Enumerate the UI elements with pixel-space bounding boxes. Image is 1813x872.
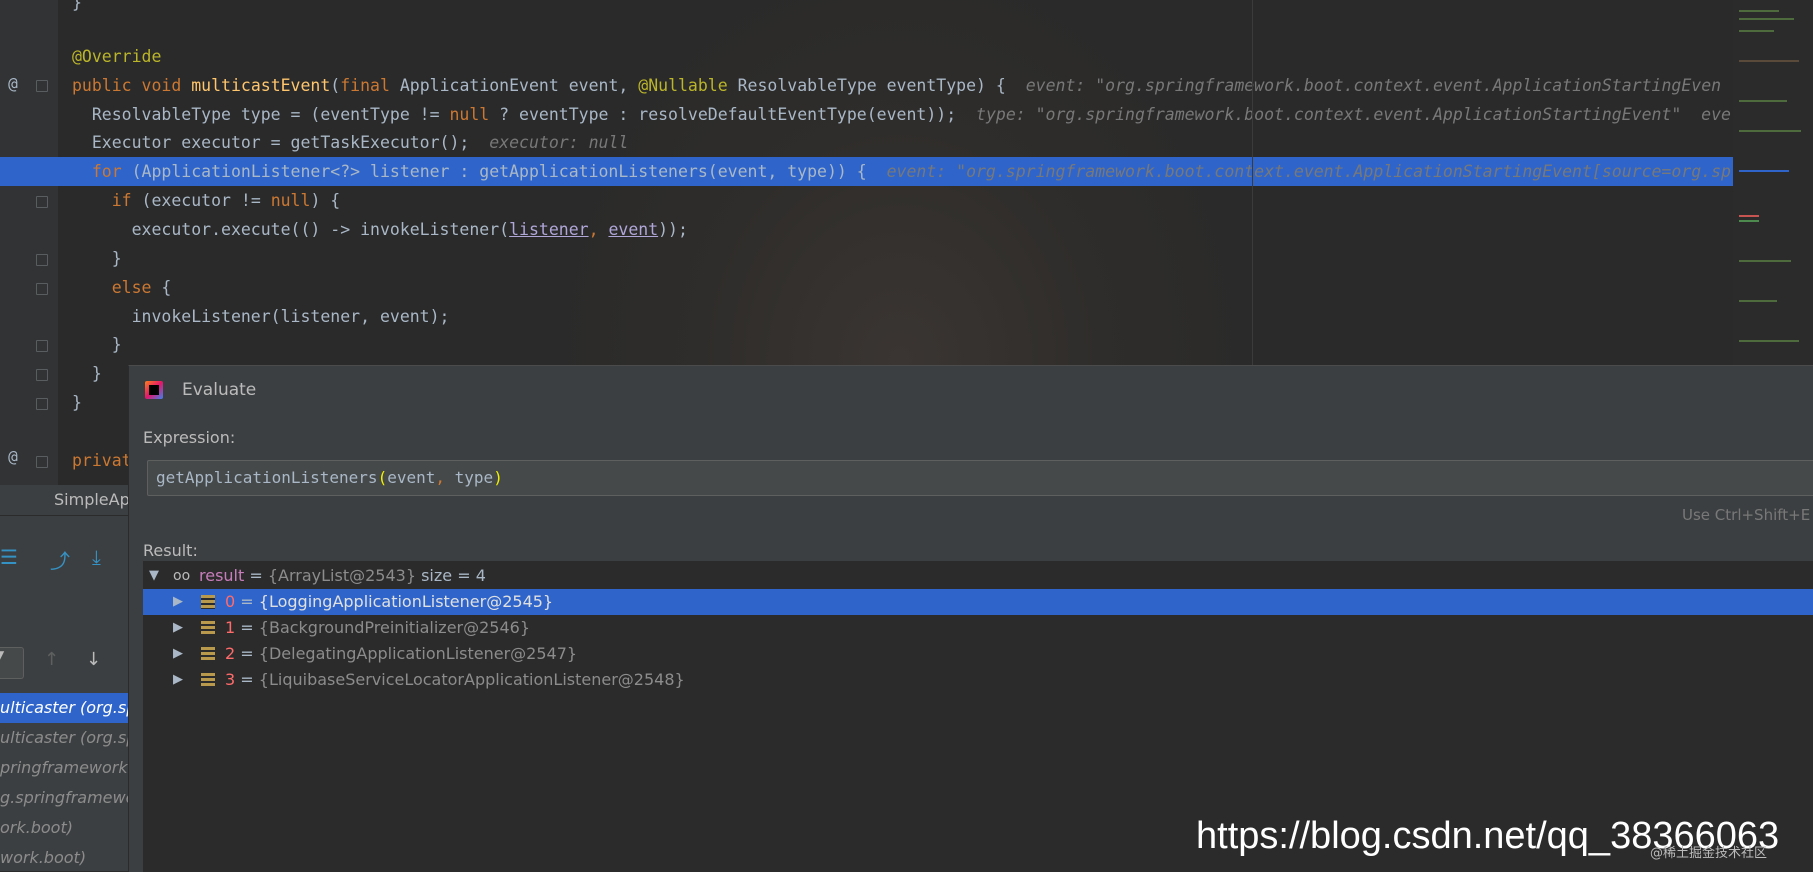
expand-arrow-icon[interactable]: ▶ bbox=[173, 589, 183, 615]
code-line[interactable]: } bbox=[0, 0, 1733, 17]
result-size: size = 4 bbox=[421, 566, 486, 585]
watermark-credit: @稀土掘金技术社区 bbox=[1650, 846, 1768, 861]
child-value: {DelegatingApplicationListener@2547} bbox=[258, 644, 578, 663]
result-name: result bbox=[199, 566, 245, 585]
frame-item[interactable]: ork.boot) bbox=[0, 813, 128, 843]
code-line-text: for (ApplicationListener<?> listener : g… bbox=[72, 162, 1731, 181]
code-line[interactable]: public void multicastEvent(final Applica… bbox=[0, 71, 1733, 100]
list-field-icon bbox=[201, 647, 215, 661]
tree-row[interactable]: ▶ 0 = {LoggingApplicationListener@2545} bbox=[143, 589, 1813, 615]
step-into-icon[interactable]: ⤓ bbox=[92, 545, 101, 569]
step-over-icon[interactable]: ⤴ bbox=[50, 545, 70, 574]
code-line-text: else { bbox=[72, 278, 172, 297]
code-line-text: if (executor != null) { bbox=[72, 191, 341, 210]
debug-tab[interactable]: SimpleAp bbox=[0, 485, 128, 516]
list-field-icon bbox=[201, 621, 215, 635]
dialog-titlebar[interactable]: Evaluate bbox=[129, 366, 1813, 414]
list-field-icon bbox=[201, 595, 215, 609]
code-line-text: } bbox=[72, 249, 122, 268]
code-line[interactable]: } bbox=[0, 244, 1733, 273]
expression-label: Expression: bbox=[143, 428, 236, 447]
code-line[interactable]: ResolvableType type = (eventType != null… bbox=[0, 100, 1733, 129]
frame-item[interactable]: ulticaster (org.sp bbox=[0, 693, 128, 723]
tree-row-result[interactable]: ▼ oo result = {ArrayList@2543} size = 4 bbox=[143, 563, 1813, 589]
code-line-text: invokeListener(listener, event); bbox=[72, 307, 450, 326]
current-execution-line[interactable]: for (ApplicationListener<?> listener : g… bbox=[0, 157, 1733, 186]
tree-row[interactable]: ▶ 3 = {LiquibaseServiceLocatorApplicatio… bbox=[143, 667, 1813, 693]
code-line[interactable]: @Override bbox=[0, 42, 1733, 71]
intellij-logo-icon bbox=[145, 381, 163, 399]
watch-glasses-icon: oo bbox=[173, 568, 191, 584]
code-line-text: @Override bbox=[72, 47, 162, 66]
code-line[interactable]: else { bbox=[0, 273, 1733, 302]
result-label: Result: bbox=[143, 541, 198, 560]
debug-tab-label[interactable]: SimpleAp bbox=[54, 490, 128, 509]
code-line[interactable]: invokeListener(listener, event); bbox=[0, 302, 1733, 331]
code-line-text: privat bbox=[72, 451, 132, 470]
result-value: {ArrayList@2543} bbox=[267, 566, 416, 585]
child-index: 0 bbox=[225, 592, 236, 611]
child-value: {LiquibaseServiceLocatorApplicationListe… bbox=[258, 670, 685, 689]
tree-row[interactable]: ▶ 2 = {DelegatingApplicationListener@254… bbox=[143, 641, 1813, 667]
code-line-text: public void multicastEvent(final Applica… bbox=[72, 76, 1722, 95]
code-line-text: ResolvableType type = (eventType != null… bbox=[72, 105, 1731, 124]
code-line-text: } bbox=[72, 364, 102, 383]
child-value: {BackgroundPreinitializer@2546} bbox=[258, 618, 531, 637]
expand-arrow-icon[interactable]: ▶ bbox=[173, 667, 183, 693]
code-line-text: } bbox=[72, 393, 82, 412]
thread-dropdown[interactable]: ▼ bbox=[0, 647, 24, 679]
frame-item[interactable]: pringframework. bbox=[0, 753, 128, 783]
frames-list: ulticaster (org.sp ulticaster (org.sp pr… bbox=[0, 693, 128, 871]
child-value: {LoggingApplicationListener@2545} bbox=[258, 592, 554, 611]
code-line[interactable]: Executor executor = getTaskExecutor(); e… bbox=[0, 128, 1733, 157]
code-line-text: Executor executor = getTaskExecutor(); e… bbox=[72, 133, 629, 152]
frame-controls: ▼ ↑ ↓ bbox=[0, 645, 128, 681]
expand-arrow-icon[interactable]: ▶ bbox=[173, 615, 183, 641]
child-index: 3 bbox=[225, 670, 236, 689]
tree-row[interactable]: ▶ 1 = {BackgroundPreinitializer@2546} bbox=[143, 615, 1813, 641]
arrow-down-icon[interactable]: ↓ bbox=[86, 649, 101, 670]
list-field-icon bbox=[201, 673, 215, 687]
expand-arrow-icon[interactable]: ▶ bbox=[173, 641, 183, 667]
code-line-text: } bbox=[72, 335, 122, 354]
expand-arrow-icon[interactable]: ▼ bbox=[149, 563, 159, 589]
shortcut-hint: Use Ctrl+Shift+E bbox=[1682, 506, 1811, 524]
code-line[interactable]: executor.execute(() -> invokeListener(li… bbox=[0, 215, 1733, 244]
code-line-text: executor.execute(() -> invokeListener(li… bbox=[72, 220, 688, 239]
dialog-title: Evaluate bbox=[182, 380, 257, 400]
show-frames-icon[interactable]: ☰ bbox=[0, 545, 18, 569]
frame-item[interactable]: g.springframewo bbox=[0, 783, 128, 813]
child-index: 1 bbox=[225, 618, 236, 637]
arrow-up-icon[interactable]: ↑ bbox=[44, 649, 59, 670]
frame-item[interactable]: work.boot) bbox=[0, 843, 128, 871]
debug-panel[interactable]: SimpleAp ☰ ⤴ ⤓ ▼ ↑ ↓ ulticaster (org.sp … bbox=[0, 485, 128, 871]
expression-input[interactable]: getApplicationListeners(event, type) bbox=[147, 460, 1813, 496]
code-line[interactable]: if (executor != null) { bbox=[0, 186, 1733, 215]
code-line-text: } bbox=[72, 0, 82, 12]
child-index: 2 bbox=[225, 644, 236, 663]
frame-item[interactable]: ulticaster (org.sp bbox=[0, 723, 128, 753]
code-line[interactable]: } bbox=[0, 330, 1733, 359]
debug-toolbar: ☰ ⤴ ⤓ bbox=[0, 545, 128, 579]
evaluate-dialog: Evaluate Expression: getApplicationListe… bbox=[128, 365, 1813, 872]
